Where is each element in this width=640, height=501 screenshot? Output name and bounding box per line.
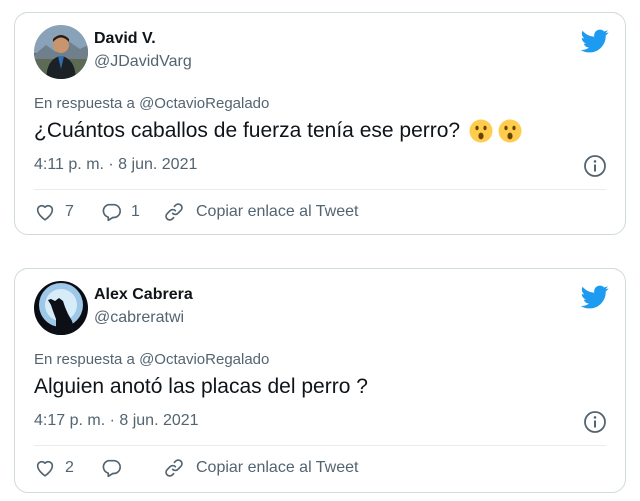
timestamp[interactable]: 4:17 p. m. · 8 jun. 2021 (34, 412, 199, 430)
user-handle[interactable]: @cabreratwi (94, 309, 184, 327)
tweet-text-content: Alguien anotó las placas del perro ? (34, 375, 368, 398)
howling-wolf-moon-icon (34, 281, 88, 335)
twitter-bird-icon[interactable] (581, 27, 609, 55)
reply-context: En respuesta a @OctavioRegalado (34, 95, 270, 112)
heart-icon (36, 460, 54, 477)
heart-icon (36, 204, 54, 221)
copy-link-button[interactable]: Copiar enlace al Tweet (163, 457, 358, 479)
tweet-card[interactable]: Alex Cabrera @cabreratwi En respuesta a … (14, 268, 626, 493)
action-bar: 7 1 Copiar enlace al Tweet (34, 199, 358, 225)
reply-button[interactable] (100, 457, 141, 479)
reply-bubble-icon (102, 203, 121, 222)
like-button[interactable]: 2 (34, 457, 75, 479)
divider (34, 189, 606, 190)
twitter-bird-icon[interactable] (581, 283, 609, 311)
like-button[interactable]: 7 (34, 201, 75, 223)
tweet-card[interactable]: David V. @JDavidVarg En respuesta a @Oct… (14, 12, 626, 235)
action-bar: 2 Copiar enlace al Tweet (34, 455, 358, 481)
tweet-text: Alguien anotó las placas del perro ? (34, 375, 368, 399)
like-count: 2 (65, 459, 74, 476)
copy-link-label: Copiar enlace al Tweet (196, 459, 359, 476)
divider (34, 445, 606, 446)
timestamp[interactable]: 4:11 p. m. · 8 jun. 2021 (34, 156, 197, 174)
like-count: 7 (65, 203, 74, 220)
copy-link-label: Copiar enlace al Tweet (196, 203, 359, 220)
copy-link-button[interactable]: Copiar enlace al Tweet (163, 201, 358, 223)
reply-context: En respuesta a @OctavioRegalado (34, 351, 270, 368)
avatar[interactable] (34, 281, 88, 335)
display-name[interactable]: Alex Cabrera (94, 286, 193, 304)
hushed-face-emoji-icon (498, 119, 522, 143)
avatar[interactable] (34, 25, 88, 79)
reply-button[interactable]: 1 (100, 201, 141, 223)
user-handle[interactable]: @JDavidVarg (94, 53, 192, 71)
tweet-text-content: ¿Cuántos caballos de fuerza tenía ese pe… (34, 119, 461, 142)
avatar-photo-icon (34, 25, 88, 79)
reply-bubble-icon (102, 459, 121, 478)
info-icon[interactable] (583, 410, 607, 434)
display-name[interactable]: David V. (94, 30, 156, 48)
hushed-face-emoji-icon (469, 119, 493, 143)
info-icon[interactable] (583, 154, 607, 178)
tweet-text: ¿Cuántos caballos de fuerza tenía ese pe… (34, 119, 522, 143)
link-icon (165, 203, 183, 221)
reply-count: 1 (131, 203, 140, 220)
link-icon (165, 459, 183, 477)
